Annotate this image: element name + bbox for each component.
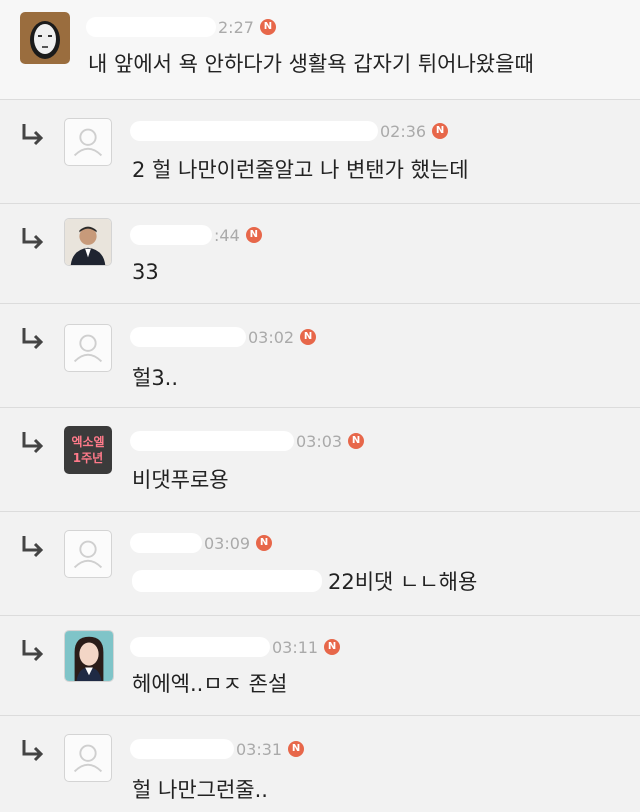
new-badge: N bbox=[288, 741, 305, 757]
reply-arrow-icon bbox=[22, 228, 44, 250]
comment-text: 2 헐 나만이런줄알고 나 변탠가 했는데 bbox=[132, 158, 469, 182]
reply-arrow-icon bbox=[22, 740, 44, 762]
redacted-username bbox=[130, 739, 234, 759]
reply-arrow-icon bbox=[22, 124, 44, 146]
comment-meta: 03:03 N bbox=[130, 430, 365, 452]
comment-time: 03:03 bbox=[296, 431, 343, 451]
reply-arrow-icon bbox=[22, 328, 44, 350]
comment-time: 03:31 bbox=[236, 739, 283, 759]
redacted-username bbox=[130, 225, 212, 245]
redacted-username bbox=[130, 533, 202, 553]
new-badge: N bbox=[324, 639, 341, 655]
comment-text: 헤에엑..ㅁㅈ 존설 bbox=[132, 672, 288, 696]
default-user-icon[interactable] bbox=[64, 734, 112, 782]
reply-arrow-icon bbox=[22, 536, 44, 558]
comment-time: 03:09 bbox=[204, 533, 251, 553]
comment-text: 22비댓 ㄴㄴ해용 bbox=[328, 570, 478, 594]
reply-item[interactable]: 03:09 N 22비댓 ㄴㄴ해용 bbox=[0, 512, 640, 616]
new-badge: N bbox=[259, 19, 276, 35]
avatar-text-line1: 엑소엘 bbox=[71, 435, 105, 449]
comment-meta: :44 N bbox=[130, 224, 262, 246]
comment-item[interactable]: 2:27 N 내 앞에서 욕 안하다가 생활욕 갑자기 튀어나왔을때 bbox=[0, 0, 640, 100]
comment-text-wrapper: 22비댓 ㄴㄴ해용 bbox=[132, 566, 477, 596]
comment-text: 헐3.. bbox=[132, 366, 179, 390]
comment-meta: 03:31 N bbox=[130, 738, 305, 760]
comment-text: 헐 나만그런줄.. bbox=[132, 778, 268, 802]
reply-arrow-icon bbox=[22, 432, 44, 454]
comment-text: 비댓푸로용 bbox=[132, 468, 229, 492]
exo-anniversary-avatar-icon[interactable]: 엑소엘 1주년 bbox=[64, 426, 112, 474]
redacted-username bbox=[130, 637, 270, 657]
comment-time: 2:27 bbox=[218, 17, 254, 37]
comment-meta: 03:11 N bbox=[130, 636, 341, 658]
comment-text: 내 앞에서 욕 안하다가 생활욕 갑자기 튀어나왔을때 bbox=[88, 52, 534, 76]
comment-meta: 03:09 N bbox=[130, 532, 273, 554]
redacted-username bbox=[130, 327, 246, 347]
mask-avatar-icon[interactable] bbox=[20, 12, 70, 64]
redacted-text bbox=[132, 570, 322, 592]
reply-item[interactable]: :44 N 33 bbox=[0, 204, 640, 304]
redacted-username bbox=[130, 431, 294, 451]
reply-item[interactable]: 03:31 N 헐 나만그런줄.. bbox=[0, 716, 640, 812]
girl-avatar-icon[interactable] bbox=[64, 630, 114, 682]
comment-time: 03:11 bbox=[272, 637, 319, 657]
reply-arrow-icon bbox=[22, 640, 44, 662]
comment-meta: 2:27 N bbox=[86, 16, 276, 38]
avatar-text-line2: 1주년 bbox=[72, 451, 104, 465]
comment-time: 02:36 bbox=[380, 121, 427, 141]
new-badge: N bbox=[256, 535, 273, 551]
new-badge: N bbox=[245, 227, 262, 243]
comment-time: 03:02 bbox=[248, 327, 295, 347]
comment-text: 33 bbox=[132, 260, 159, 284]
redacted-username bbox=[130, 121, 378, 141]
comment-time: :44 bbox=[214, 225, 240, 245]
redacted-username bbox=[86, 17, 216, 37]
reply-item[interactable]: 03:02 N 헐3.. bbox=[0, 304, 640, 408]
default-user-icon[interactable] bbox=[64, 324, 112, 372]
reply-item[interactable]: 엑소엘 1주년 03:03 N 비댓푸로용 bbox=[0, 408, 640, 512]
comment-meta: 02:36 N bbox=[130, 120, 449, 142]
new-badge: N bbox=[432, 123, 449, 139]
new-badge: N bbox=[348, 433, 365, 449]
default-user-icon[interactable] bbox=[64, 118, 112, 166]
reply-item[interactable]: 03:11 N 헤에엑..ㅁㅈ 존설 bbox=[0, 616, 640, 716]
reply-item[interactable]: 02:36 N 2 헐 나만이런줄알고 나 변탠가 했는데 bbox=[0, 100, 640, 204]
comment-list: 2:27 N 내 앞에서 욕 안하다가 생활욕 갑자기 튀어나왔을때 02:36… bbox=[0, 0, 640, 812]
comment-meta: 03:02 N bbox=[130, 326, 317, 348]
default-user-icon[interactable] bbox=[64, 530, 112, 578]
man-suit-avatar-icon[interactable] bbox=[64, 218, 112, 266]
new-badge: N bbox=[300, 329, 317, 345]
